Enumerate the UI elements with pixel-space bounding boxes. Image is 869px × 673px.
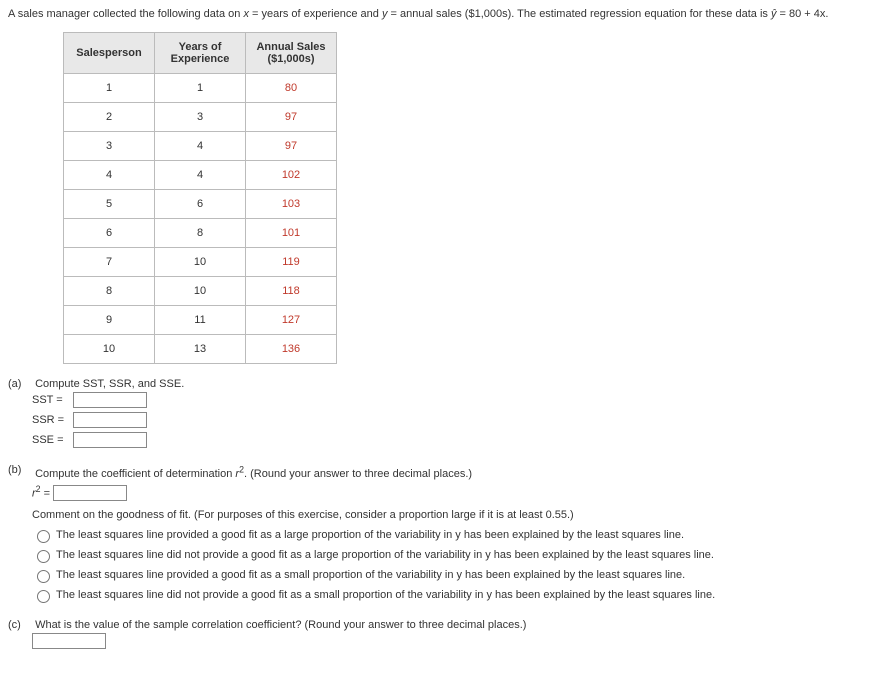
sst-input[interactable] [73,392,147,408]
cell-years: 8 [155,219,246,248]
ssr-input[interactable] [73,412,147,428]
option-radio[interactable] [37,590,50,603]
cell-sales: 119 [246,248,337,277]
part-b-label: (b) [8,464,32,476]
table-row: 68101 [64,219,337,248]
cell-sales: 102 [246,161,337,190]
option-text: The least squares line did not provide a… [56,549,714,561]
r2-eq-suffix: = [41,487,50,499]
cell-years: 3 [155,103,246,132]
option-row: The least squares line provided a good f… [32,565,861,585]
cell-salesperson: 9 [64,306,155,335]
cell-salesperson: 7 [64,248,155,277]
option-row: The least squares line did not provide a… [32,545,861,565]
option-radio[interactable] [37,550,50,563]
intro-text-x: = years of experience and [249,8,382,20]
part-a: (a) Compute SST, SSR, and SSE. SST = SSR… [8,378,861,450]
cell-salesperson: 6 [64,219,155,248]
cell-salesperson: 1 [64,74,155,103]
table-row: 3497 [64,132,337,161]
cell-years: 10 [155,277,246,306]
cell-sales: 127 [246,306,337,335]
cell-sales: 97 [246,132,337,161]
part-b-text: Compute the coefficient of determination… [35,468,472,480]
option-row: The least squares line did not provide a… [32,585,861,605]
correlation-input[interactable] [32,633,106,649]
cell-years: 1 [155,74,246,103]
cell-sales: 101 [246,219,337,248]
cell-salesperson: 4 [64,161,155,190]
table-row: 44102 [64,161,337,190]
cell-years: 13 [155,335,246,364]
header-salesperson: Salesperson [64,33,155,74]
table-row: 810118 [64,277,337,306]
header-years: Years of Experience [155,33,246,74]
table-row: 2397 [64,103,337,132]
part-a-text: Compute SST, SSR, and SSE. [35,378,184,390]
part-a-label: (a) [8,378,32,390]
option-row: The least squares line provided a good f… [32,525,861,545]
table-row: 56103 [64,190,337,219]
option-text: The least squares line provided a good f… [56,569,685,581]
intro-equation: = 80 + 4x. [776,8,828,20]
cell-salesperson: 10 [64,335,155,364]
header-sales: Annual Sales ($1,000s) [246,33,337,74]
option-radio[interactable] [37,530,50,543]
cell-sales: 103 [246,190,337,219]
cell-salesperson: 3 [64,132,155,161]
option-text: The least squares line provided a good f… [56,529,684,541]
table-row: 710119 [64,248,337,277]
table-row: 911127 [64,306,337,335]
option-radio[interactable] [37,570,50,583]
part-b-comment: Comment on the goodness of fit. (For pur… [32,505,861,525]
part-c-text: What is the value of the sample correlat… [35,619,526,631]
cell-years: 6 [155,190,246,219]
cell-sales: 97 [246,103,337,132]
cell-years: 10 [155,248,246,277]
part-c: (c) What is the value of the sample corr… [8,619,861,651]
ssr-label: SSR = [32,414,70,426]
r2-input[interactable] [53,485,127,501]
cell-salesperson: 8 [64,277,155,306]
cell-sales: 136 [246,335,337,364]
problem-intro: A sales manager collected the following … [8,8,861,20]
cell-years: 4 [155,132,246,161]
option-text: The least squares line did not provide a… [56,589,715,601]
cell-salesperson: 2 [64,103,155,132]
sse-input[interactable] [73,432,147,448]
table-row: 1013136 [64,335,337,364]
intro-text-prefix: A sales manager collected the following … [8,8,243,20]
cell-years: 11 [155,306,246,335]
cell-sales: 118 [246,277,337,306]
intro-text-y: = annual sales ($1,000s). The estimated … [387,8,771,20]
cell-salesperson: 5 [64,190,155,219]
part-c-label: (c) [8,619,32,631]
part-b: (b) Compute the coefficient of determina… [8,464,861,605]
table-row: 1180 [64,74,337,103]
data-table: Salesperson Years of Experience Annual S… [63,32,337,364]
cell-sales: 80 [246,74,337,103]
cell-years: 4 [155,161,246,190]
sse-label: SSE = [32,434,70,446]
sst-label: SST = [32,394,70,406]
